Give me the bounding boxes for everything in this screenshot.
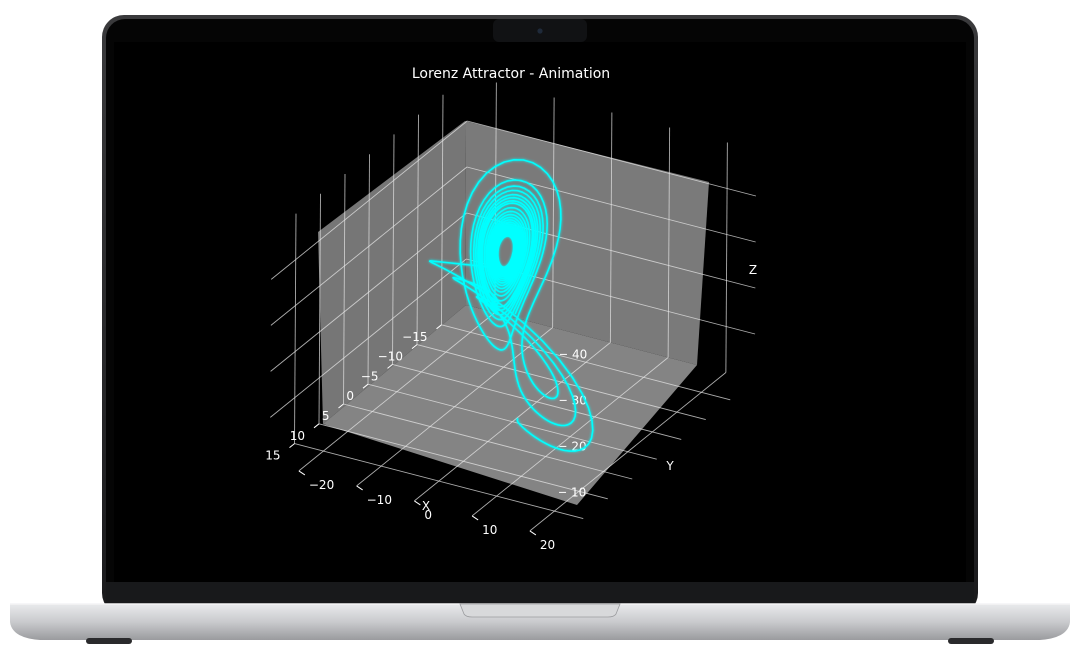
- camera-icon: [537, 28, 543, 34]
- y-tick-label: −10: [367, 493, 392, 507]
- trackpad-notch: [459, 603, 621, 618]
- x-tick-label: −15: [402, 330, 427, 344]
- laptop-illustration: Lorenz Attractor - Animation −15 −10 −5 0 5 1…: [10, 15, 1070, 644]
- laptop-chin: [106, 582, 974, 606]
- right-foot: [948, 638, 994, 644]
- x-axis-label: X: [422, 499, 430, 513]
- x-tick-label: −10: [378, 350, 403, 364]
- x-tick-label: 0: [346, 389, 354, 403]
- chart-title: Lorenz Attractor - Animation: [412, 66, 610, 82]
- x-tick-label: −5: [361, 369, 379, 383]
- z-tick-label: 10: [571, 485, 586, 499]
- z-tick-label: 40: [572, 347, 587, 361]
- y-tick-label: 20: [540, 538, 555, 552]
- y-axis-label: Y: [665, 459, 674, 473]
- x-tick-label: 10: [290, 429, 305, 443]
- left-foot: [86, 638, 132, 644]
- laptop-mockup: Lorenz Attractor - Animation −15 −10 −5 0 5 1…: [0, 0, 1080, 660]
- y-tick-label: 10: [482, 523, 497, 537]
- x-tick-label: 5: [322, 409, 330, 423]
- y-tick-label: −20: [309, 478, 334, 492]
- z-axis-label: Z: [749, 263, 757, 277]
- x-tick-label: 15: [265, 449, 280, 463]
